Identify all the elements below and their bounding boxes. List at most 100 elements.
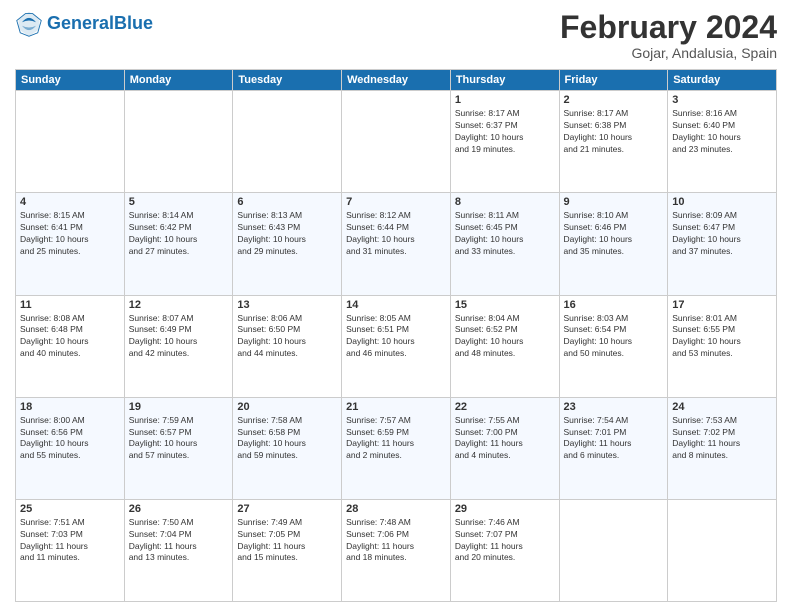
calendar-row-0: 1 Sunrise: 8:17 AM Sunset: 6:37 PM Daylig… — [16, 91, 777, 193]
calendar-cell: 12 Sunrise: 8:07 AM Sunset: 6:49 PM Dayli… — [124, 295, 233, 397]
weekday-saturday: Saturday — [668, 70, 777, 91]
logo: GeneralBlue — [15, 10, 153, 38]
day-number: 10 — [672, 196, 772, 208]
calendar-cell: 17Sunrise: 8:01 AM Sunset: 6:55 PM Dayli… — [668, 295, 777, 397]
day-info: Sunrise: 7:57 AM Sunset: 6:59 PM Dayligh… — [346, 415, 446, 463]
calendar-cell — [233, 91, 342, 193]
calendar-cell: 7Sunrise: 8:12 AM Sunset: 6:44 PM Daylig… — [342, 193, 451, 295]
calendar-cell: 26 Sunrise: 7:50 AM Sunset: 7:04 PM Dayli… — [124, 499, 233, 601]
day-number: 24 — [672, 401, 772, 413]
calendar-cell: 19 Sunrise: 7:59 AM Sunset: 6:57 PM Dayli… — [124, 397, 233, 499]
calendar-cell — [124, 91, 233, 193]
day-info: Sunrise: 7:50 AM Sunset: 7:04 PM Dayligh… — [129, 517, 229, 565]
day-number: 23 — [564, 401, 664, 413]
day-number: 13 — [237, 299, 337, 311]
day-info: Sunrise: 7:53 AM Sunset: 7:02 PM Dayligh… — [672, 415, 772, 463]
logo-text: GeneralBlue — [47, 14, 153, 34]
calendar-cell: 8 Sunrise: 8:11 AM Sunset: 6:45 PM Daylig… — [450, 193, 559, 295]
weekday-header-row: SundayMondayTuesdayWednesdayThursdayFrid… — [16, 70, 777, 91]
day-info: Sunrise: 8:03 AM Sunset: 6:54 PM Dayligh… — [564, 313, 664, 361]
calendar-cell: 20 Sunrise: 7:58 AM Sunset: 6:58 PM Dayli… — [233, 397, 342, 499]
day-info: Sunrise: 8:04 AM Sunset: 6:52 PM Dayligh… — [455, 313, 555, 361]
calendar-cell: 5Sunrise: 8:14 AM Sunset: 6:42 PM Daylig… — [124, 193, 233, 295]
day-info: Sunrise: 8:12 AM Sunset: 6:44 PM Dayligh… — [346, 210, 446, 258]
month-title: February 2024 — [560, 10, 777, 45]
calendar-cell: 10 Sunrise: 8:09 AM Sunset: 6:47 PM Dayli… — [668, 193, 777, 295]
calendar: SundayMondayTuesdayWednesdayThursdayFrid… — [15, 69, 777, 602]
calendar-cell: 9Sunrise: 8:10 AM Sunset: 6:46 PM Daylig… — [559, 193, 668, 295]
day-number: 21 — [346, 401, 446, 413]
calendar-cell: 25 Sunrise: 7:51 AM Sunset: 7:03 PM Dayli… — [16, 499, 125, 601]
calendar-cell: 27Sunrise: 7:49 AM Sunset: 7:05 PM Dayli… — [233, 499, 342, 601]
calendar-cell: 23 Sunrise: 7:54 AM Sunset: 7:01 PM Dayli… — [559, 397, 668, 499]
day-number: 4 — [20, 196, 120, 208]
day-number: 25 — [20, 503, 120, 515]
day-number: 14 — [346, 299, 446, 311]
day-info: Sunrise: 7:54 AM Sunset: 7:01 PM Dayligh… — [564, 415, 664, 463]
calendar-row-4: 25 Sunrise: 7:51 AM Sunset: 7:03 PM Dayli… — [16, 499, 777, 601]
calendar-cell — [342, 91, 451, 193]
weekday-thursday: Thursday — [450, 70, 559, 91]
calendar-row-3: 18Sunrise: 8:00 AM Sunset: 6:56 PM Dayli… — [16, 397, 777, 499]
day-number: 26 — [129, 503, 229, 515]
calendar-cell: 24 Sunrise: 7:53 AM Sunset: 7:02 PM Dayli… — [668, 397, 777, 499]
day-info: Sunrise: 8:08 AM Sunset: 6:48 PM Dayligh… — [20, 313, 120, 361]
calendar-cell — [668, 499, 777, 601]
day-number: 9 — [564, 196, 664, 208]
day-info: Sunrise: 8:05 AM Sunset: 6:51 PM Dayligh… — [346, 313, 446, 361]
day-info: Sunrise: 8:06 AM Sunset: 6:50 PM Dayligh… — [237, 313, 337, 361]
weekday-monday: Monday — [124, 70, 233, 91]
weekday-sunday: Sunday — [16, 70, 125, 91]
day-number: 12 — [129, 299, 229, 311]
calendar-cell — [559, 499, 668, 601]
day-info: Sunrise: 7:51 AM Sunset: 7:03 PM Dayligh… — [20, 517, 120, 565]
calendar-row-1: 4 Sunrise: 8:15 AM Sunset: 6:41 PM Daylig… — [16, 193, 777, 295]
calendar-cell: 3Sunrise: 8:16 AM Sunset: 6:40 PM Daylig… — [668, 91, 777, 193]
day-info: Sunrise: 7:59 AM Sunset: 6:57 PM Dayligh… — [129, 415, 229, 463]
calendar-cell: 14 Sunrise: 8:05 AM Sunset: 6:51 PM Dayli… — [342, 295, 451, 397]
calendar-cell: 11 Sunrise: 8:08 AM Sunset: 6:48 PM Dayli… — [16, 295, 125, 397]
calendar-cell: 1 Sunrise: 8:17 AM Sunset: 6:37 PM Daylig… — [450, 91, 559, 193]
calendar-cell: 22 Sunrise: 7:55 AM Sunset: 7:00 PM Dayli… — [450, 397, 559, 499]
day-number: 11 — [20, 299, 120, 311]
day-number: 2 — [564, 94, 664, 106]
weekday-friday: Friday — [559, 70, 668, 91]
day-info: Sunrise: 8:17 AM Sunset: 6:37 PM Dayligh… — [455, 108, 555, 156]
day-number: 15 — [455, 299, 555, 311]
day-info: Sunrise: 8:15 AM Sunset: 6:41 PM Dayligh… — [20, 210, 120, 258]
day-info: Sunrise: 8:17 AM Sunset: 6:38 PM Dayligh… — [564, 108, 664, 156]
day-number: 6 — [237, 196, 337, 208]
calendar-cell: 2 Sunrise: 8:17 AM Sunset: 6:38 PM Daylig… — [559, 91, 668, 193]
day-number: 20 — [237, 401, 337, 413]
day-number: 1 — [455, 94, 555, 106]
day-info: Sunrise: 7:46 AM Sunset: 7:07 PM Dayligh… — [455, 517, 555, 565]
day-info: Sunrise: 8:00 AM Sunset: 6:56 PM Dayligh… — [20, 415, 120, 463]
day-info: Sunrise: 7:55 AM Sunset: 7:00 PM Dayligh… — [455, 415, 555, 463]
weekday-tuesday: Tuesday — [233, 70, 342, 91]
weekday-wednesday: Wednesday — [342, 70, 451, 91]
page: GeneralBlue February 2024 Gojar, Andalus… — [0, 0, 792, 612]
day-info: Sunrise: 8:07 AM Sunset: 6:49 PM Dayligh… — [129, 313, 229, 361]
calendar-cell: 13 Sunrise: 8:06 AM Sunset: 6:50 PM Dayli… — [233, 295, 342, 397]
day-number: 22 — [455, 401, 555, 413]
calendar-cell: 16 Sunrise: 8:03 AM Sunset: 6:54 PM Dayli… — [559, 295, 668, 397]
day-info: Sunrise: 7:58 AM Sunset: 6:58 PM Dayligh… — [237, 415, 337, 463]
calendar-cell: 18Sunrise: 8:00 AM Sunset: 6:56 PM Dayli… — [16, 397, 125, 499]
logo-general: General — [47, 13, 114, 33]
day-info: Sunrise: 8:14 AM Sunset: 6:42 PM Dayligh… — [129, 210, 229, 258]
calendar-cell: 4 Sunrise: 8:15 AM Sunset: 6:41 PM Daylig… — [16, 193, 125, 295]
day-info: Sunrise: 8:11 AM Sunset: 6:45 PM Dayligh… — [455, 210, 555, 258]
logo-icon — [15, 10, 43, 38]
calendar-cell: 21 Sunrise: 7:57 AM Sunset: 6:59 PM Dayli… — [342, 397, 451, 499]
day-number: 19 — [129, 401, 229, 413]
calendar-cell: 6Sunrise: 8:13 AM Sunset: 6:43 PM Daylig… — [233, 193, 342, 295]
title-block: February 2024 Gojar, Andalusia, Spain — [560, 10, 777, 61]
day-info: Sunrise: 7:48 AM Sunset: 7:06 PM Dayligh… — [346, 517, 446, 565]
day-number: 28 — [346, 503, 446, 515]
day-number: 8 — [455, 196, 555, 208]
calendar-cell: 15 Sunrise: 8:04 AM Sunset: 6:52 PM Dayli… — [450, 295, 559, 397]
calendar-cell — [16, 91, 125, 193]
day-number: 27 — [237, 503, 337, 515]
day-number: 16 — [564, 299, 664, 311]
day-info: Sunrise: 8:09 AM Sunset: 6:47 PM Dayligh… — [672, 210, 772, 258]
